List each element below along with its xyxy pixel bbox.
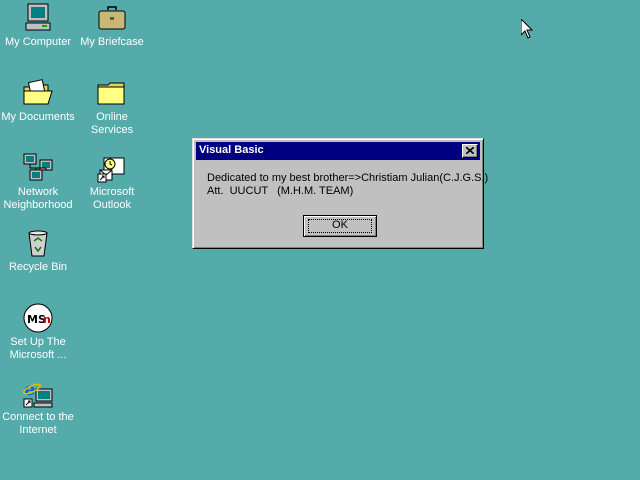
desktop-icon-setup-msn[interactable]: MS n Set Up The Microsoft ... (0, 302, 76, 362)
folder-icon (96, 77, 128, 109)
svg-text:n: n (43, 313, 51, 326)
computer-icon (22, 2, 54, 34)
desktop-icon-label: Microsoft Outlook (89, 186, 135, 211)
dialog-title: Visual Basic (199, 144, 264, 156)
desktop: My Computer My Briefcase My Documents On… (0, 0, 640, 480)
close-button[interactable] (462, 144, 478, 158)
desktop-icon-microsoft-outlook[interactable]: Microsoft Outlook (74, 152, 150, 212)
network-icon (22, 152, 54, 184)
desktop-icon-my-briefcase[interactable]: My Briefcase (74, 2, 150, 49)
message-box-dialog: Visual Basic Dedicated to my best brothe… (192, 138, 488, 249)
desktop-icon-my-computer[interactable]: My Computer (0, 2, 76, 49)
desktop-icon-connect-internet[interactable]: e Connect to the Internet (0, 377, 76, 437)
desktop-icon-network-neighborhood[interactable]: Network Neighborhood (0, 152, 76, 212)
internet-explorer-icon: e (22, 377, 54, 409)
briefcase-icon (96, 2, 128, 34)
desktop-icon-label: My Briefcase (80, 36, 144, 48)
ok-button[interactable]: OK (303, 215, 377, 237)
dialog-message-line: Dedicated to my best brother=>Christiam … (207, 172, 489, 184)
desktop-icon-label: Online Services (90, 111, 134, 136)
desktop-icon-label: Set Up The Microsoft ... (9, 336, 67, 361)
dialog-message: Dedicated to my best brother=>Christiam … (207, 172, 488, 198)
dialog-titlebar[interactable]: Visual Basic (196, 142, 480, 160)
desktop-icon-label: Connect to the Internet (2, 411, 74, 436)
desktop-icon-online-services[interactable]: Online Services (74, 77, 150, 137)
desktop-icon-label: Network Neighborhood (3, 186, 73, 211)
recycle-bin-icon (22, 227, 54, 259)
mouse-pointer-icon (521, 19, 533, 39)
desktop-icon-recycle-bin[interactable]: Recycle Bin (0, 227, 76, 274)
close-icon (466, 147, 474, 154)
desktop-icon-label: My Documents (1, 111, 75, 123)
desktop-icon-my-documents[interactable]: My Documents (0, 77, 76, 124)
desktop-icon-label: Recycle Bin (8, 261, 68, 273)
documents-folder-icon (22, 77, 54, 109)
dialog-message-line: Att. UUCUT (M.H.M. TEAM) (207, 185, 354, 197)
outlook-icon (96, 152, 128, 184)
ok-button-label: OK (332, 219, 348, 231)
msn-icon: MS n (22, 302, 54, 334)
desktop-icon-label: My Computer (4, 36, 72, 48)
